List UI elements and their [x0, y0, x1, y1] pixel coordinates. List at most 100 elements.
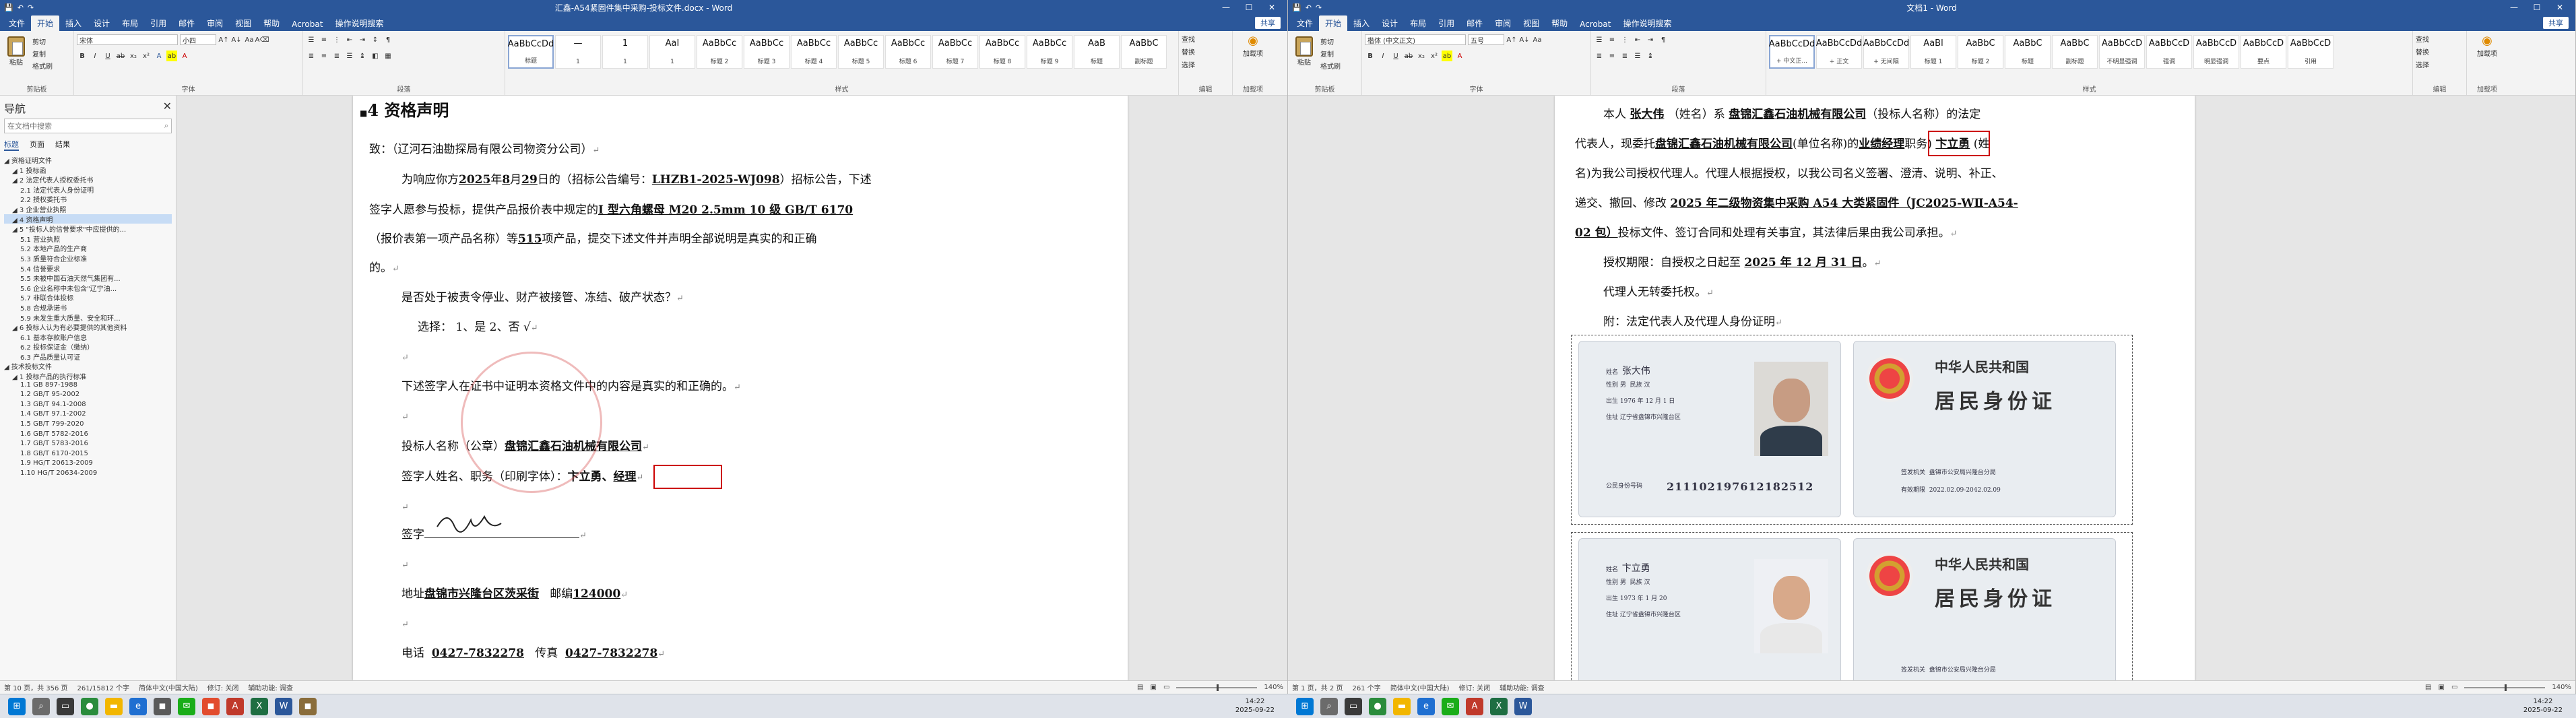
pdf-icon[interactable]: A — [1466, 697, 1483, 715]
maximize-icon[interactable]: ☐ — [2525, 3, 2548, 12]
language[interactable]: 简体中文(中国大陆) — [1390, 682, 1450, 692]
subscript-icon[interactable]: x₂ — [128, 51, 139, 61]
nav-heading-item[interactable]: 5.5 未被中国石油天然气集团有... — [4, 273, 172, 283]
style-9[interactable]: AaBbCc 标题 6 — [885, 35, 931, 69]
align-center-icon[interactable]: ≡ — [1607, 51, 1617, 61]
underline-icon[interactable]: U — [102, 51, 113, 61]
nav-heading-item[interactable]: ◢ 4 资格声明 — [4, 214, 172, 224]
zoom-slider[interactable] — [1176, 684, 1258, 691]
style-3[interactable]: 11 — [602, 35, 648, 69]
superscript-icon[interactable]: x² — [141, 51, 152, 61]
read-mode-icon[interactable]: ▤ — [2425, 684, 2431, 691]
tab-layout[interactable]: 布局 — [116, 15, 144, 31]
replace-button[interactable]: 替换 — [1182, 46, 1229, 57]
read-mode-icon[interactable]: ▤ — [1137, 684, 1143, 691]
addins-icon[interactable]: ◉ — [1235, 34, 1270, 48]
style-14[interactable]: AaBbC 副标题 — [1121, 35, 1167, 69]
font-color-icon[interactable]: A — [179, 51, 190, 61]
tab-layout[interactable]: 布局 — [1404, 15, 1432, 31]
nav-heading-item[interactable]: ◢ 技术投标文件 — [4, 361, 172, 371]
app-icon[interactable]: ◼ — [299, 697, 317, 715]
format-painter-button[interactable]: 格式刷 — [32, 61, 53, 71]
nav-heading-item[interactable]: 2.2 授权委托书 — [4, 194, 172, 204]
change-case-icon[interactable]: Aa — [244, 34, 255, 45]
cut-button[interactable]: 剪切 — [32, 36, 53, 46]
nav-heading-item[interactable]: 1.1 GB 897-1988 — [4, 381, 172, 391]
style-1[interactable]: AaBbCcDd + 中文正... — [1769, 35, 1815, 69]
bullets-icon[interactable]: ☰ — [306, 34, 317, 45]
nav-heading-item[interactable]: ◢ 6 投标人认为有必要提供的其他资料 — [4, 322, 172, 332]
style-11[interactable]: AaBbCc 标题 8 — [979, 35, 1025, 69]
style-13[interactable]: AaB 标题 — [1074, 35, 1120, 69]
multilevel-icon[interactable]: ⋮ — [331, 34, 342, 45]
autosave-icon[interactable]: 💾 — [1292, 3, 1301, 12]
show-marks-icon[interactable]: ¶ — [383, 34, 393, 45]
tab-help[interactable]: 帮助 — [1545, 15, 1574, 31]
nav-heading-item[interactable]: 5.2 本地产品的生产商 — [4, 243, 172, 253]
tell-me-search[interactable]: 操作说明搜索 — [1617, 15, 1677, 31]
style-1[interactable]: AaBbCcDd 标题 — [508, 35, 554, 69]
nav-heading-item[interactable]: 5.1 营业执照 — [4, 234, 172, 244]
bullets-icon[interactable]: ☰ — [1594, 34, 1605, 45]
nav-heading-item[interactable]: 6.1 基本存款账户信息 — [4, 332, 172, 342]
tab-help[interactable]: 帮助 — [257, 15, 286, 31]
nav-tab-results[interactable]: 结果 — [55, 139, 70, 151]
style-4[interactable]: AaBl 标题 1 — [1910, 35, 1956, 69]
style-2[interactable]: —1 — [555, 35, 601, 69]
zoom-slider[interactable] — [2464, 684, 2546, 691]
addins-button[interactable]: 加载项 — [2470, 48, 2505, 58]
font-name-box[interactable]: 楷体 (中文正文) — [1365, 34, 1466, 45]
tab-home[interactable]: 开始 — [31, 15, 60, 31]
language[interactable]: 简体中文(中国大陆) — [139, 682, 198, 692]
web-layout-icon[interactable]: ▭ — [1163, 684, 1169, 691]
tell-me-search[interactable]: 操作说明搜索 — [329, 15, 389, 31]
grow-font-icon[interactable]: A↑ — [1506, 34, 1517, 45]
wechat-icon[interactable]: ✉ — [1442, 697, 1459, 715]
search-icon[interactable]: ⌕ — [32, 697, 50, 715]
tab-home[interactable]: 开始 — [1319, 15, 1348, 31]
zoom-level[interactable]: 140% — [2552, 684, 2571, 691]
nav-heading-item[interactable]: 1.9 HG/T 20613-2009 — [4, 459, 172, 469]
line-spacing-icon[interactable]: ↨ — [357, 51, 368, 61]
numbering-icon[interactable]: ≡ — [319, 34, 329, 45]
select-button[interactable]: 选择 — [1182, 59, 1229, 69]
nav-search-input[interactable]: 在文档中搜索 ⌕ — [4, 119, 172, 133]
nav-heading-item[interactable]: ◢ 1 投标产品的执行标准 — [4, 371, 172, 381]
tab-insert[interactable]: 插入 — [1347, 15, 1376, 31]
style-6[interactable]: AaBbCc 标题 3 — [744, 35, 790, 69]
change-case-icon[interactable]: Aa — [1532, 34, 1543, 45]
document-page[interactable]: ■4 资格声明 致：（辽河石油勘探局有限公司物资分公司）↵ 为响应你方2025年… — [353, 96, 1128, 680]
show-marks-icon[interactable]: ¶ — [1658, 34, 1669, 45]
nav-heading-item[interactable]: 1.7 GB/T 5783-2016 — [4, 440, 172, 450]
select-button[interactable]: 选择 — [2416, 59, 2464, 69]
nav-tab-pages[interactable]: 页面 — [30, 139, 44, 151]
nav-heading-item[interactable]: 5.8 合规承诺书 — [4, 302, 172, 313]
style-6[interactable]: AaBbC 标题 — [2005, 35, 2051, 69]
autosave-icon[interactable]: 💾 — [4, 3, 13, 12]
browser-icon[interactable]: e — [1417, 697, 1435, 715]
bold-icon[interactable]: B — [77, 51, 88, 61]
shrink-font-icon[interactable]: A↓ — [1519, 34, 1530, 45]
nav-heading-item[interactable]: 2.1 法定代表人身份证明 — [4, 185, 172, 195]
nav-heading-item[interactable]: 1.6 GB/T 5782-2016 — [4, 430, 172, 440]
tab-review[interactable]: 审阅 — [201, 15, 229, 31]
tab-insert[interactable]: 插入 — [59, 15, 88, 31]
shrink-font-icon[interactable]: A↓ — [231, 34, 242, 45]
nav-heading-item[interactable]: ◢ 5 "投标人的信誉要求"中应提供的... — [4, 224, 172, 234]
style-7[interactable]: AaBbC 副标题 — [2052, 35, 2098, 69]
strikethrough-icon[interactable]: ab — [1403, 51, 1414, 61]
word-icon[interactable]: W — [275, 697, 292, 715]
sort-icon[interactable]: ↕ — [370, 34, 381, 45]
decrease-indent-icon[interactable]: ⇤ — [344, 34, 355, 45]
app-icon[interactable]: ◼ — [202, 697, 220, 715]
style-8[interactable]: AaBbCc 标题 5 — [838, 35, 884, 69]
redo-icon[interactable]: ↷ — [28, 3, 34, 12]
page-count[interactable]: 第 10 页，共 356 页 — [4, 682, 68, 692]
tab-acrobat[interactable]: Acrobat — [1574, 18, 1617, 31]
italic-icon[interactable]: I — [1378, 51, 1388, 61]
share-button[interactable]: 共享 — [1255, 17, 1281, 29]
track-changes[interactable]: 修订: 关闭 — [207, 682, 239, 692]
find-button[interactable]: 查找 — [2416, 34, 2464, 44]
copy-button[interactable]: 复制 — [32, 48, 53, 59]
excel-icon[interactable]: X — [251, 697, 268, 715]
